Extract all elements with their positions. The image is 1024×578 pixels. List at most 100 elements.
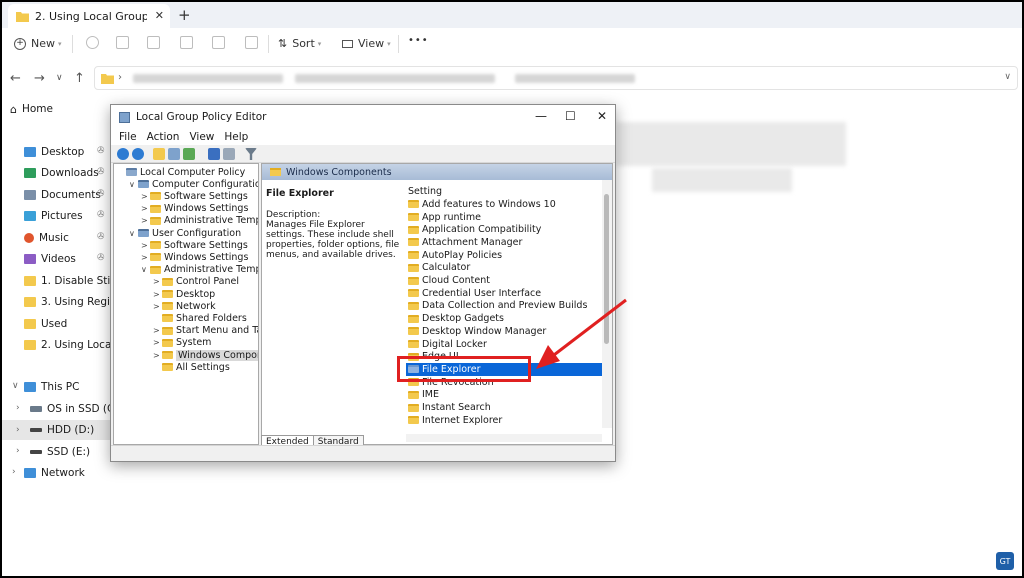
sidebar-item-downloads[interactable]: Downloads — [24, 165, 99, 181]
help-icon[interactable] — [208, 148, 220, 160]
up-folder-icon[interactable] — [153, 148, 165, 160]
pin-icon[interactable]: ✇ — [97, 232, 105, 242]
chevron-right-icon[interactable]: > — [153, 326, 162, 335]
setting-list-item[interactable]: Desktop Window Manager — [406, 325, 602, 338]
address-bar[interactable]: › ∨ — [94, 66, 1018, 90]
copy-icon[interactable] — [116, 36, 129, 49]
setting-list-item[interactable]: Application Compatibility — [406, 223, 602, 236]
sidebar-item-folder[interactable]: Used — [24, 316, 67, 332]
tree-node[interactable]: > Software Settings — [141, 190, 248, 202]
tree-node[interactable]: > Windows Components — [153, 349, 258, 361]
setting-column-header[interactable]: Setting — [408, 186, 442, 197]
delete-icon[interactable] — [245, 36, 258, 49]
view-button[interactable]: View ▾ — [342, 37, 391, 50]
tree-node[interactable]: All Settings — [153, 361, 230, 373]
sidebar-item-desktop[interactable]: Desktop — [24, 144, 84, 160]
setting-list-item[interactable]: Calculator — [406, 262, 602, 275]
minimize-icon[interactable]: — — [535, 109, 547, 123]
tree-node[interactable]: Local Computer Policy — [117, 166, 245, 178]
setting-list-item[interactable]: Attachment Manager — [406, 236, 602, 249]
pin-icon[interactable]: ✇ — [97, 189, 105, 199]
chevron-down-icon[interactable]: ∨ — [1004, 72, 1011, 82]
setting-list-item[interactable]: Credential User Interface — [406, 287, 602, 300]
menu-help[interactable]: Help — [224, 131, 248, 143]
sidebar-item-drive-e[interactable]: SSD (E:) — [30, 444, 90, 460]
setting-list-item[interactable]: Instant Search — [406, 401, 602, 414]
close-icon[interactable]: ✕ — [155, 9, 164, 22]
horizontal-scrollbar[interactable] — [406, 434, 602, 442]
setting-list-item[interactable]: Cloud Content — [406, 274, 602, 287]
menu-view[interactable]: View — [189, 131, 214, 143]
chevron-right-icon[interactable]: > — [141, 216, 150, 225]
pin-icon[interactable]: ✇ — [97, 210, 105, 220]
back-icon[interactable] — [117, 148, 129, 160]
tree-node[interactable]: Shared Folders — [153, 312, 247, 324]
close-icon[interactable]: ✕ — [597, 109, 607, 123]
more-options-button[interactable]: ••• — [408, 35, 429, 46]
chevron-right-icon[interactable]: › — [16, 446, 20, 456]
rename-icon[interactable] — [180, 36, 193, 49]
sort-button[interactable]: ⇅ Sort ▾ — [278, 37, 321, 50]
pin-icon[interactable]: ✇ — [97, 253, 105, 263]
setting-list-item[interactable]: AutoPlay Policies — [406, 249, 602, 262]
tree-node[interactable]: > Software Settings — [141, 239, 248, 251]
sidebar-item-music[interactable]: Music — [24, 230, 69, 246]
chevron-down-icon[interactable]: ∨ — [141, 265, 150, 274]
back-arrow-icon[interactable]: ← — [10, 71, 21, 86]
share-icon[interactable] — [212, 36, 225, 49]
sidebar-item-network[interactable]: Network — [24, 465, 85, 481]
menu-action[interactable]: Action — [147, 131, 180, 143]
chevron-right-icon[interactable]: > — [153, 277, 162, 286]
setting-list-item[interactable]: App runtime — [406, 211, 602, 224]
cut-icon[interactable] — [86, 36, 99, 49]
sidebar-item-home[interactable]: ⌂ Home — [10, 101, 53, 117]
tree-node[interactable]: ∨ User Configuration — [129, 227, 241, 239]
tree-node[interactable]: ∨ Administrative Templates — [141, 264, 258, 276]
tree-node[interactable]: > Network — [153, 300, 216, 312]
setting-list-item[interactable]: Desktop Gadgets — [406, 312, 602, 325]
sidebar-item-drive-d[interactable]: HDD (D:) — [30, 422, 94, 438]
up-arrow-icon[interactable]: ↑ — [74, 71, 85, 86]
chevron-right-icon[interactable]: > — [141, 204, 150, 213]
filter-icon[interactable] — [245, 148, 257, 160]
add-tab-icon[interactable]: + — [178, 6, 191, 24]
sidebar-item-videos[interactable]: Videos — [24, 251, 76, 267]
chevron-right-icon[interactable]: > — [153, 351, 162, 360]
tree-node[interactable]: > Windows Settings — [141, 251, 248, 263]
chevron-right-icon[interactable]: > — [153, 338, 162, 347]
tree-node[interactable]: ∨ Computer Configuration — [129, 178, 258, 190]
pin-icon[interactable]: ✇ — [97, 167, 105, 177]
forward-arrow-icon[interactable]: → — [34, 71, 45, 86]
pin-icon[interactable]: ✇ — [97, 146, 105, 156]
chevron-right-icon[interactable]: > — [153, 302, 162, 311]
chevron-right-icon[interactable]: > — [141, 192, 150, 201]
setting-list-item[interactable]: Add features to Windows 10 — [406, 198, 602, 211]
chevron-right-icon[interactable]: › — [16, 425, 20, 435]
vertical-scrollbar[interactable] — [602, 180, 612, 428]
paste-icon[interactable] — [147, 36, 160, 49]
recent-locations-icon[interactable]: ∨ — [56, 73, 63, 83]
chevron-down-icon[interactable]: ∨ — [12, 381, 19, 391]
show-hide-tree-icon[interactable] — [168, 148, 180, 160]
chevron-right-icon[interactable]: > — [153, 290, 162, 299]
explorer-tab[interactable]: 2. Using Local Grouping I ✕ — [8, 4, 170, 28]
tree-node[interactable]: > Administrative Templates — [141, 215, 258, 227]
tree-node[interactable]: > Windows Settings — [141, 203, 248, 215]
setting-list-item[interactable]: Digital Locker — [406, 338, 602, 351]
chevron-right-icon[interactable]: › — [16, 403, 20, 413]
tree-node[interactable]: > System — [153, 337, 211, 349]
forward-icon[interactable] — [132, 148, 144, 160]
setting-list-item[interactable]: Internet Explorer — [406, 414, 602, 426]
export-list-icon[interactable] — [183, 148, 195, 160]
sidebar-item-documents[interactable]: Documents — [24, 187, 101, 203]
chevron-down-icon[interactable]: ∨ — [129, 229, 138, 238]
tree-node[interactable]: > Start Menu and Taskbar — [153, 325, 258, 337]
chevron-right-icon[interactable]: > — [141, 241, 150, 250]
properties-icon[interactable] — [223, 148, 235, 160]
maximize-icon[interactable]: ☐ — [565, 109, 576, 123]
chevron-right-icon[interactable]: > — [141, 253, 150, 262]
menu-file[interactable]: File — [119, 131, 137, 143]
setting-list-item[interactable]: Data Collection and Preview Builds — [406, 300, 602, 313]
sidebar-item-pictures[interactable]: Pictures — [24, 208, 83, 224]
sidebar-item-drive-c[interactable]: OS in SSD (C:) — [30, 401, 122, 417]
